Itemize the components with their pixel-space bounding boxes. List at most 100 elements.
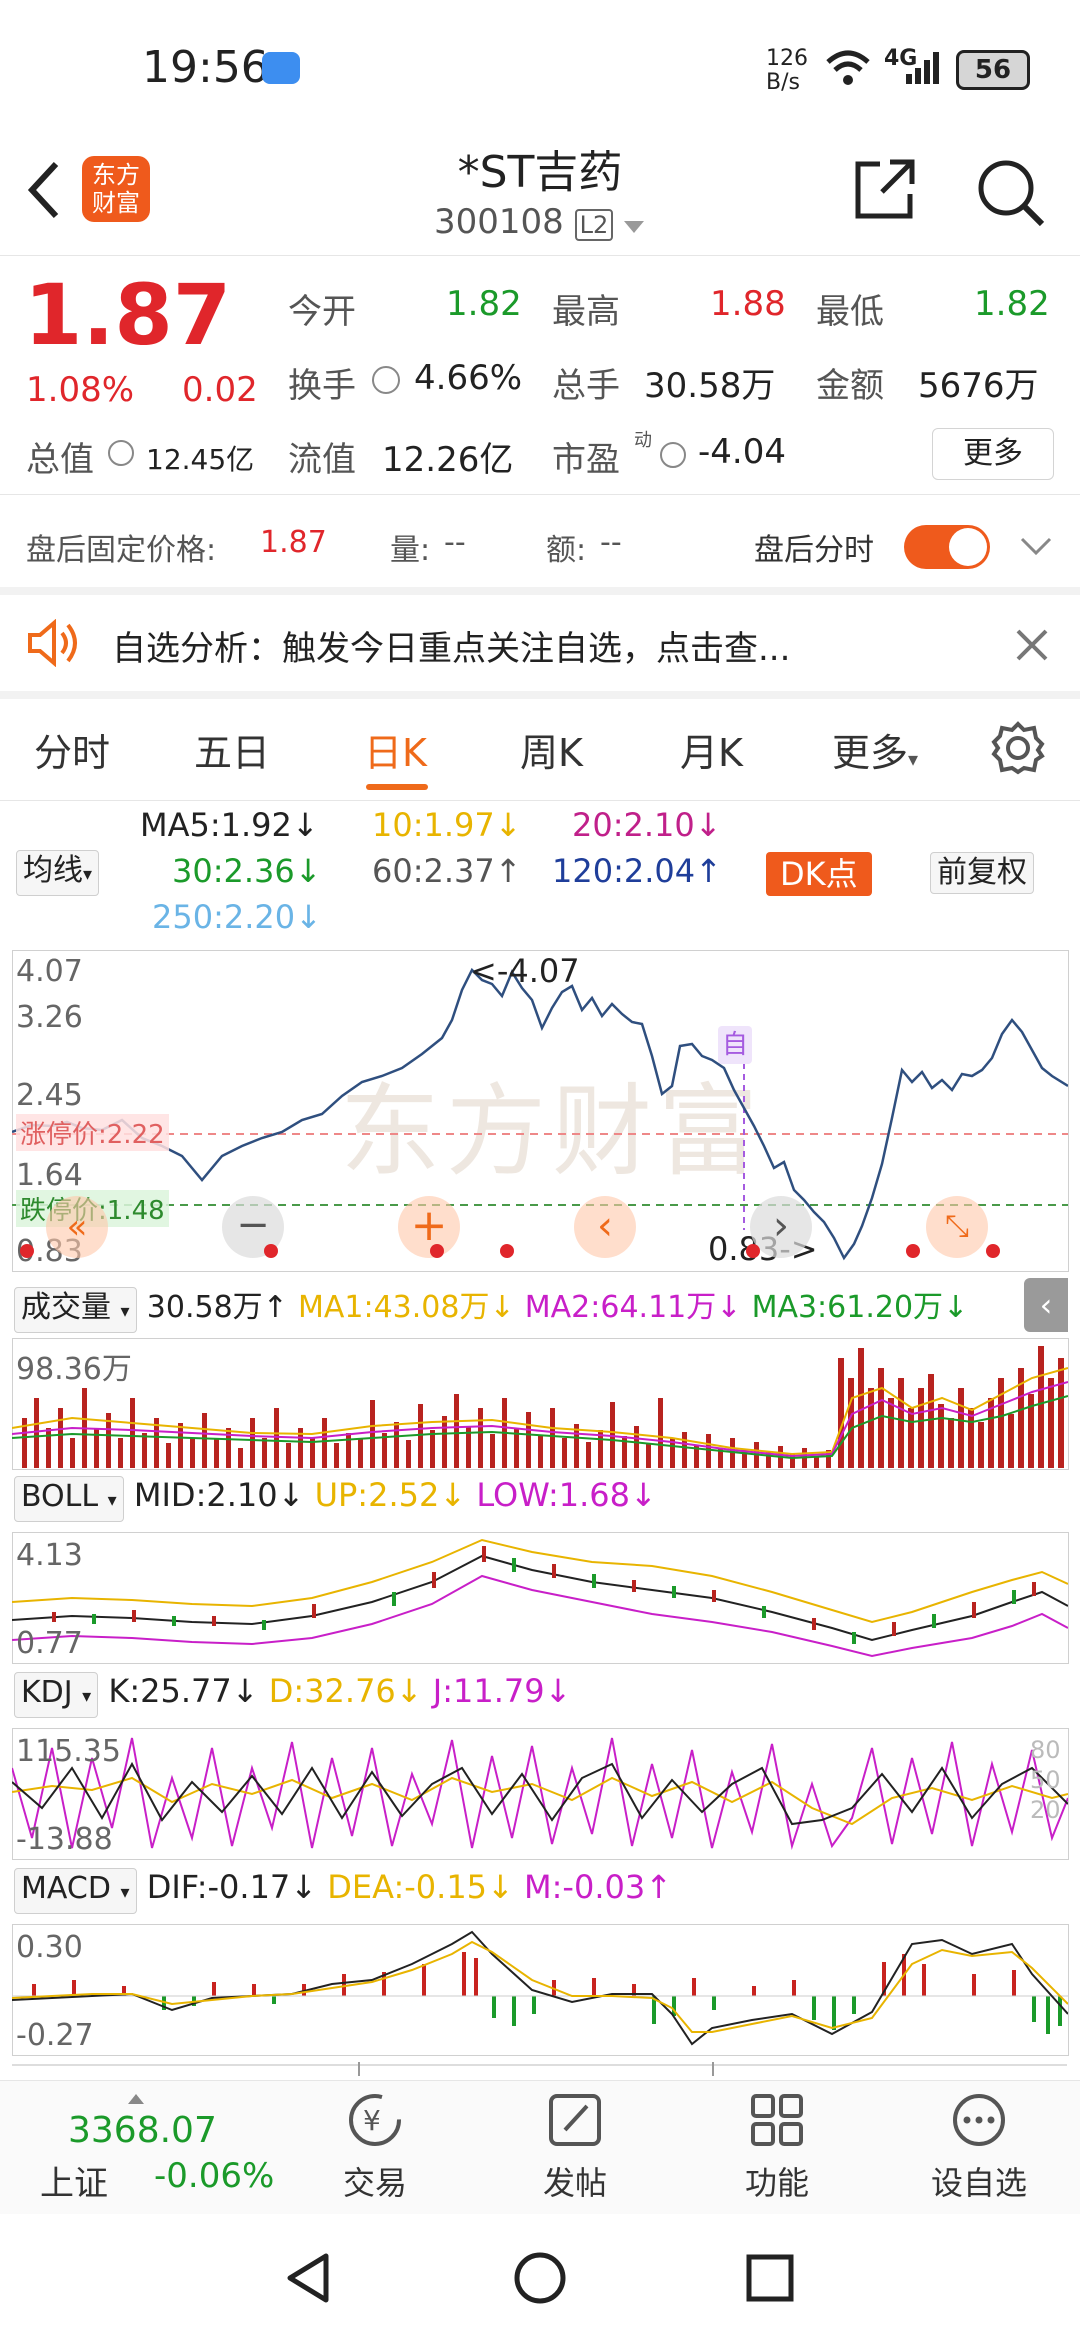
fullscreen-button[interactable]: ⤡ bbox=[926, 1196, 988, 1258]
volume-legend: 成交量 ▾ 30.58万↑ MA1:43.08万↓ MA2:64.11万↓ MA… bbox=[14, 1282, 968, 1333]
high-label: 最高 bbox=[552, 292, 620, 332]
macd-m: M:-0.03↑ bbox=[524, 1868, 673, 1906]
after-hours-vol: -- bbox=[444, 525, 466, 560]
gear-icon[interactable] bbox=[990, 720, 1046, 776]
ma120-value: 120:2.04↑ bbox=[552, 852, 722, 890]
kdj-y-top: 115.35 bbox=[16, 1734, 121, 1769]
tab-five-day[interactable]: 五日 bbox=[194, 722, 270, 777]
active-tab-underline bbox=[366, 784, 428, 790]
macd-selector[interactable]: MACD ▾ bbox=[14, 1868, 137, 1914]
boll-y-top: 4.13 bbox=[16, 1538, 83, 1573]
kdj-right-label: 50 bbox=[1030, 1766, 1061, 1794]
index-widget[interactable]: 3368.07 上证 -0.06% bbox=[20, 2094, 290, 2204]
step-left-button[interactable]: ‹ bbox=[574, 1196, 636, 1258]
open-label: 今开 bbox=[288, 292, 356, 332]
nav-home-icon[interactable] bbox=[512, 2250, 568, 2306]
event-dot bbox=[746, 1244, 760, 1258]
trade-icon: ¥ bbox=[349, 2094, 401, 2146]
scroll-left-button[interactable]: « bbox=[46, 1196, 108, 1258]
status-time: 19:56 bbox=[142, 42, 269, 93]
index-name: 上证 bbox=[40, 2164, 108, 2204]
tab-weekly-k[interactable]: 周K bbox=[520, 722, 583, 777]
kdj-right-label: 20 bbox=[1030, 1796, 1061, 1824]
ma-selector[interactable]: 均线▾ bbox=[16, 850, 100, 896]
speaker-icon bbox=[28, 619, 77, 667]
toggle-knob bbox=[949, 528, 987, 566]
stock-code-row[interactable]: 300108 L2 bbox=[434, 202, 645, 242]
close-icon[interactable] bbox=[1014, 627, 1050, 663]
trade-button[interactable]: ¥ 交易 bbox=[300, 2090, 450, 2204]
adjust-button[interactable]: 前复权 bbox=[930, 852, 1034, 894]
zoom-in-button[interactable]: + bbox=[398, 1196, 460, 1258]
dk-button[interactable]: DK点 bbox=[766, 852, 872, 896]
signal-icon bbox=[906, 52, 939, 84]
after-hours-toggle[interactable] bbox=[904, 525, 990, 569]
ma30-value: 30:2.36↓ bbox=[172, 852, 322, 890]
index-value: 3368.07 bbox=[68, 2110, 217, 2151]
notice-bar[interactable]: 自选分析：触发今日重点关注自选，点击查... bbox=[0, 595, 1080, 691]
pe-label: 市盈 bbox=[552, 440, 620, 480]
after-hours-amt: -- bbox=[600, 525, 622, 560]
kdj-right-label: 80 bbox=[1030, 1736, 1061, 1764]
boll-lines bbox=[12, 1538, 1068, 1658]
mktcap-label: 总值 bbox=[26, 440, 94, 480]
macd-legend: MACD ▾ DIF:-0.17↓ DEA:-0.15↓ M:-0.03↑ bbox=[14, 1868, 672, 1914]
low-value: 1.82 bbox=[974, 284, 1050, 324]
tab-more[interactable]: 更多▾ bbox=[832, 722, 918, 777]
boll-legend: BOLL ▾ MID:2.10↓ UP:2.52↓ LOW:1.68↓ bbox=[14, 1476, 657, 1522]
after-hours-price: 1.87 bbox=[260, 525, 327, 560]
chevron-down-icon[interactable] bbox=[1018, 535, 1054, 559]
macd-dea: DEA:-0.15↓ bbox=[327, 1868, 514, 1906]
caret-down-icon bbox=[624, 221, 645, 233]
ma10-value: 10:1.97↓ bbox=[372, 806, 522, 844]
add-watch-button[interactable]: 设自选 bbox=[904, 2090, 1054, 2204]
event-dot bbox=[264, 1244, 278, 1258]
event-dot bbox=[500, 1244, 514, 1258]
float-value: 12.26亿 bbox=[382, 440, 514, 480]
kdj-k: K:25.77↓ bbox=[108, 1672, 259, 1710]
search-icon[interactable] bbox=[974, 156, 1046, 228]
status-bar: 19:56 126 B/s 4G 56 bbox=[0, 0, 1080, 130]
divider-band bbox=[0, 587, 1080, 595]
info-icon[interactable] bbox=[108, 440, 134, 466]
quote-block: 1.87 1.08% 0.02 今开 1.82 最高 1.88 最低 1.82 … bbox=[0, 256, 1080, 494]
event-dot bbox=[986, 1244, 1000, 1258]
timeline-tick bbox=[358, 2062, 360, 2076]
volume-bars bbox=[12, 1346, 1068, 1468]
divider-band bbox=[0, 691, 1080, 699]
high-value: 1.88 bbox=[710, 284, 786, 324]
more-button[interactable]: 更多 bbox=[932, 428, 1054, 480]
volume-selector[interactable]: 成交量 ▾ bbox=[14, 1287, 137, 1333]
kdj-y-bottom: -13.88 bbox=[16, 1822, 113, 1857]
macd-dif: DIF:-0.17↓ bbox=[146, 1868, 318, 1906]
tab-daily-k[interactable]: 日K bbox=[364, 722, 427, 777]
kline-y-label: 3.26 bbox=[16, 1000, 83, 1035]
volume-ma1: MA1:43.08万↓ bbox=[297, 1290, 515, 1325]
kline-y-label: 2.45 bbox=[16, 1078, 83, 1113]
kdj-selector[interactable]: KDJ ▾ bbox=[14, 1672, 99, 1718]
battery-icon: 56 bbox=[956, 50, 1030, 90]
function-button[interactable]: 功能 bbox=[702, 2090, 852, 2204]
self-marker[interactable]: 自 bbox=[718, 1026, 752, 1064]
nav-recents-icon[interactable] bbox=[744, 2252, 796, 2304]
nav-back-icon[interactable] bbox=[282, 2250, 334, 2306]
info-icon[interactable] bbox=[660, 442, 686, 468]
post-button[interactable]: 发帖 bbox=[500, 2090, 650, 2204]
edit-icon bbox=[549, 2094, 601, 2146]
amount-value: 5676万 bbox=[918, 366, 1039, 406]
share-icon[interactable] bbox=[852, 156, 918, 222]
turnover-label: 换手 bbox=[288, 366, 356, 406]
boll-mid: MID:2.10↓ bbox=[133, 1476, 305, 1514]
back-icon[interactable] bbox=[24, 160, 64, 220]
ma5-value: MA5:1.92↓ bbox=[140, 806, 319, 844]
info-icon[interactable] bbox=[372, 366, 400, 394]
stock-code: 300108 bbox=[434, 202, 564, 242]
tab-intraday[interactable]: 分时 bbox=[34, 722, 110, 777]
boll-selector[interactable]: BOLL ▾ bbox=[14, 1476, 124, 1522]
kline-lines bbox=[12, 967, 1068, 1261]
open-value: 1.82 bbox=[446, 284, 522, 324]
macd-y-bottom: -0.27 bbox=[16, 2018, 94, 2053]
tab-monthly-k[interactable]: 月K bbox=[680, 722, 743, 777]
collapse-panel-button[interactable]: ‹ bbox=[1024, 1278, 1068, 1332]
kdj-lines bbox=[12, 1737, 1068, 1850]
